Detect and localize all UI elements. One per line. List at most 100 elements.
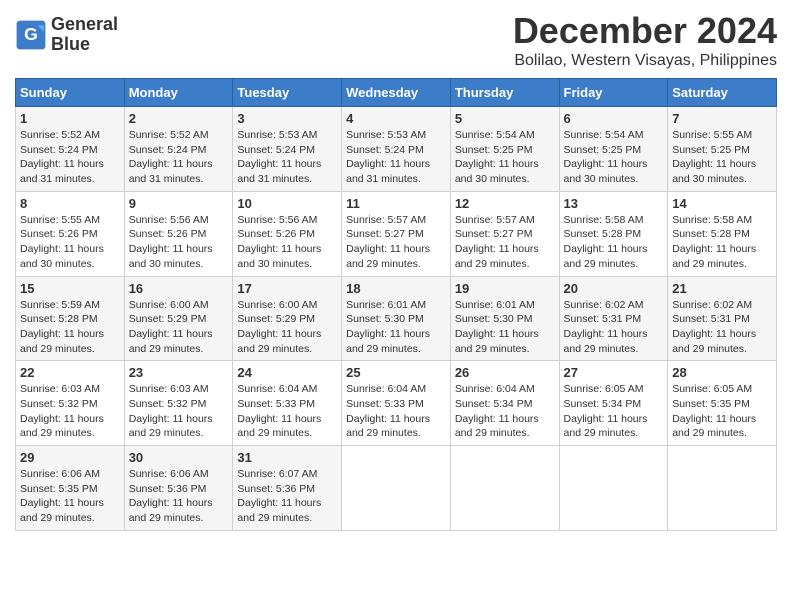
title-area: December 2024 Bolilao, Western Visayas, … — [513, 10, 777, 70]
day-number: 19 — [455, 281, 555, 296]
calendar-cell: 12 Sunrise: 5:57 AMSunset: 5:27 PMDayligh… — [450, 191, 559, 276]
day-detail: Sunrise: 6:04 AMSunset: 5:33 PMDaylight:… — [346, 383, 430, 439]
day-detail: Sunrise: 6:01 AMSunset: 5:30 PMDaylight:… — [346, 299, 430, 355]
calendar-cell: 26 Sunrise: 6:04 AMSunset: 5:34 PMDayligh… — [450, 361, 559, 446]
day-number: 5 — [455, 111, 555, 126]
week-row-2: 8 Sunrise: 5:55 AMSunset: 5:26 PMDaylight… — [16, 191, 777, 276]
calendar-cell — [668, 446, 777, 531]
calendar-cell — [342, 446, 451, 531]
day-number: 16 — [129, 281, 229, 296]
day-detail: Sunrise: 5:55 AMSunset: 5:26 PMDaylight:… — [20, 214, 104, 270]
week-row-5: 29 Sunrise: 6:06 AMSunset: 5:35 PMDayligh… — [16, 446, 777, 531]
day-number: 8 — [20, 196, 120, 211]
logo-line2: Blue — [51, 35, 118, 55]
day-detail: Sunrise: 5:55 AMSunset: 5:25 PMDaylight:… — [672, 129, 756, 185]
day-detail: Sunrise: 6:02 AMSunset: 5:31 PMDaylight:… — [564, 299, 648, 355]
calendar-cell: 3 Sunrise: 5:53 AMSunset: 5:24 PMDaylight… — [233, 107, 342, 192]
day-detail: Sunrise: 5:59 AMSunset: 5:28 PMDaylight:… — [20, 299, 104, 355]
calendar-cell: 13 Sunrise: 5:58 AMSunset: 5:28 PMDayligh… — [559, 191, 668, 276]
day-detail: Sunrise: 6:03 AMSunset: 5:32 PMDaylight:… — [20, 383, 104, 439]
day-detail: Sunrise: 6:05 AMSunset: 5:34 PMDaylight:… — [564, 383, 648, 439]
header-thursday: Thursday — [450, 79, 559, 107]
logo: G General Blue — [15, 15, 118, 55]
day-number: 4 — [346, 111, 446, 126]
day-detail: Sunrise: 5:58 AMSunset: 5:28 PMDaylight:… — [564, 214, 648, 270]
day-detail: Sunrise: 6:05 AMSunset: 5:35 PMDaylight:… — [672, 383, 756, 439]
calendar-cell: 20 Sunrise: 6:02 AMSunset: 5:31 PMDayligh… — [559, 276, 668, 361]
day-number: 28 — [672, 365, 772, 380]
calendar-cell: 16 Sunrise: 6:00 AMSunset: 5:29 PMDayligh… — [124, 276, 233, 361]
day-detail: Sunrise: 5:53 AMSunset: 5:24 PMDaylight:… — [346, 129, 430, 185]
day-detail: Sunrise: 5:52 AMSunset: 5:24 PMDaylight:… — [129, 129, 213, 185]
page-header: G General Blue December 2024 Bolilao, We… — [15, 10, 777, 70]
calendar-cell: 25Sunrise: 6:04 AMSunset: 5:33 PMDayligh… — [342, 361, 451, 446]
day-detail: Sunrise: 6:00 AMSunset: 5:29 PMDaylight:… — [237, 299, 321, 355]
calendar-cell: 8 Sunrise: 5:55 AMSunset: 5:26 PMDaylight… — [16, 191, 125, 276]
logo-icon: G — [15, 19, 47, 51]
calendar-cell: 17 Sunrise: 6:00 AMSunset: 5:29 PMDayligh… — [233, 276, 342, 361]
day-number: 23 — [129, 365, 229, 380]
header-tuesday: Tuesday — [233, 79, 342, 107]
svg-text:G: G — [24, 24, 38, 44]
calendar-cell: 23 Sunrise: 6:03 AMSunset: 5:32 PMDayligh… — [124, 361, 233, 446]
day-number: 27 — [564, 365, 664, 380]
day-number: 22 — [20, 365, 120, 380]
calendar-cell: 9 Sunrise: 5:56 AMSunset: 5:26 PMDaylight… — [124, 191, 233, 276]
day-number: 17 — [237, 281, 337, 296]
calendar-cell: 14 Sunrise: 5:58 AMSunset: 5:28 PMDayligh… — [668, 191, 777, 276]
day-detail: Sunrise: 5:57 AMSunset: 5:27 PMDaylight:… — [455, 214, 539, 270]
calendar-cell: 30 Sunrise: 6:06 AMSunset: 5:36 PMDayligh… — [124, 446, 233, 531]
day-detail: Sunrise: 6:00 AMSunset: 5:29 PMDaylight:… — [129, 299, 213, 355]
week-row-1: 1 Sunrise: 5:52 AMSunset: 5:24 PMDaylight… — [16, 107, 777, 192]
calendar-cell: 24Sunrise: 6:04 AMSunset: 5:33 PMDayligh… — [233, 361, 342, 446]
day-number: 2 — [129, 111, 229, 126]
day-detail: Sunrise: 6:06 AMSunset: 5:35 PMDaylight:… — [20, 468, 104, 524]
calendar-cell: 15 Sunrise: 5:59 AMSunset: 5:28 PMDayligh… — [16, 276, 125, 361]
day-number: 1 — [20, 111, 120, 126]
calendar-cell: 10 Sunrise: 5:56 AMSunset: 5:26 PMDayligh… — [233, 191, 342, 276]
day-number: 31 — [237, 450, 337, 465]
day-detail: Sunrise: 5:52 AMSunset: 5:24 PMDaylight:… — [20, 129, 104, 185]
calendar-cell: 22 Sunrise: 6:03 AMSunset: 5:32 PMDayligh… — [16, 361, 125, 446]
day-detail: Sunrise: 6:07 AMSunset: 5:36 PMDaylight:… — [237, 468, 321, 524]
day-number: 21 — [672, 281, 772, 296]
day-number: 20 — [564, 281, 664, 296]
day-number: 11 — [346, 196, 446, 211]
day-number: 7 — [672, 111, 772, 126]
day-detail: Sunrise: 6:04 AMSunset: 5:34 PMDaylight:… — [455, 383, 539, 439]
day-detail: Sunrise: 5:56 AMSunset: 5:26 PMDaylight:… — [237, 214, 321, 270]
day-number: 9 — [129, 196, 229, 211]
calendar-cell — [450, 446, 559, 531]
week-row-4: 22 Sunrise: 6:03 AMSunset: 5:32 PMDayligh… — [16, 361, 777, 446]
page-subtitle: Bolilao, Western Visayas, Philippines — [513, 52, 777, 70]
calendar-cell: 27 Sunrise: 6:05 AMSunset: 5:34 PMDayligh… — [559, 361, 668, 446]
day-number: 29 — [20, 450, 120, 465]
logo-line1: General — [51, 15, 118, 35]
day-detail: Sunrise: 6:06 AMSunset: 5:36 PMDaylight:… — [129, 468, 213, 524]
day-number: 13 — [564, 196, 664, 211]
day-detail: Sunrise: 5:54 AMSunset: 5:25 PMDaylight:… — [455, 129, 539, 185]
day-detail: Sunrise: 5:56 AMSunset: 5:26 PMDaylight:… — [129, 214, 213, 270]
calendar-cell: 19Sunrise: 6:01 AMSunset: 5:30 PMDayligh… — [450, 276, 559, 361]
day-number: 12 — [455, 196, 555, 211]
day-detail: Sunrise: 5:53 AMSunset: 5:24 PMDaylight:… — [237, 129, 321, 185]
day-number: 18 — [346, 281, 446, 296]
calendar-cell — [559, 446, 668, 531]
calendar-cell: 11Sunrise: 5:57 AMSunset: 5:27 PMDayligh… — [342, 191, 451, 276]
header-sunday: Sunday — [16, 79, 125, 107]
calendar-cell: 31 Sunrise: 6:07 AMSunset: 5:36 PMDayligh… — [233, 446, 342, 531]
header-friday: Friday — [559, 79, 668, 107]
header-wednesday: Wednesday — [342, 79, 451, 107]
day-number: 24 — [237, 365, 337, 380]
day-number: 14 — [672, 196, 772, 211]
day-number: 15 — [20, 281, 120, 296]
calendar-cell: 28 Sunrise: 6:05 AMSunset: 5:35 PMDayligh… — [668, 361, 777, 446]
day-number: 30 — [129, 450, 229, 465]
day-detail: Sunrise: 5:54 AMSunset: 5:25 PMDaylight:… — [564, 129, 648, 185]
day-detail: Sunrise: 6:03 AMSunset: 5:32 PMDaylight:… — [129, 383, 213, 439]
day-detail: Sunrise: 5:58 AMSunset: 5:28 PMDaylight:… — [672, 214, 756, 270]
day-number: 10 — [237, 196, 337, 211]
calendar-cell: 6Sunrise: 5:54 AMSunset: 5:25 PMDaylight… — [559, 107, 668, 192]
day-number: 3 — [237, 111, 337, 126]
day-number: 26 — [455, 365, 555, 380]
